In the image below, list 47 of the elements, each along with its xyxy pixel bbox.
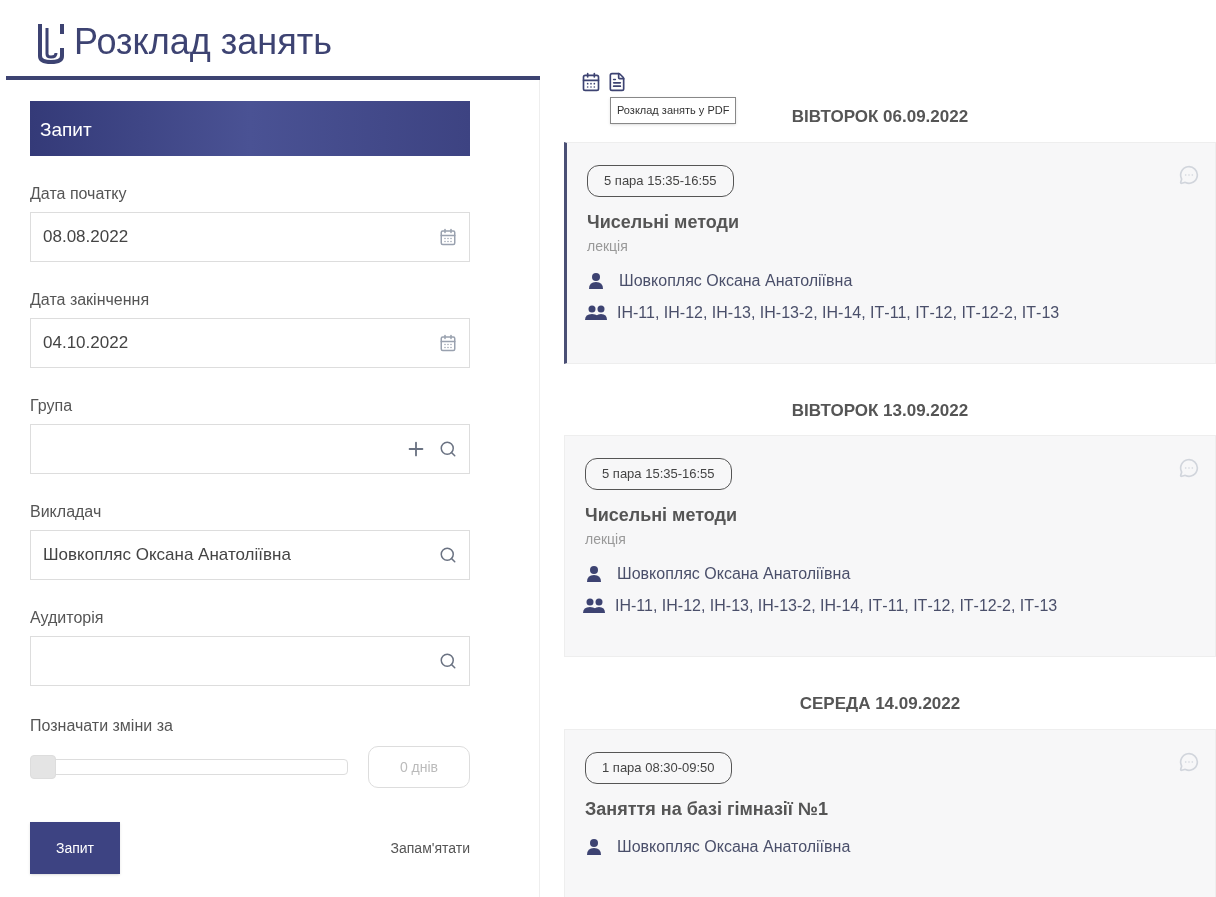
submit-button[interactable]: Запит bbox=[30, 822, 120, 874]
lesson-type: лекція bbox=[585, 530, 627, 549]
day-heading: СЕРЕДА 14.09.2022 bbox=[799, 693, 961, 715]
time-badge: 1 пара 08:30-09:50 bbox=[585, 751, 732, 784]
subject-title: Чисельні методи bbox=[585, 504, 739, 527]
group-list[interactable]: ІН-11, ІН-12, ІН-13, ІН-13-2, ІН-14, ІТ-11, ІТ-12, ІТ-12-2, ІТ-13 bbox=[617, 300, 1060, 325]
slider-thumb[interactable] bbox=[30, 755, 56, 779]
field-label: Дата закінчення bbox=[30, 290, 151, 310]
tooltip: Розклад занять у PDF bbox=[610, 97, 737, 124]
field-label: Дата початку bbox=[30, 184, 128, 204]
comment-icon[interactable] bbox=[1179, 164, 1199, 185]
input-field[interactable]: Шовкопляс Оксана Анатоліївна bbox=[30, 530, 470, 580]
teacher-icon bbox=[585, 565, 603, 583]
time-badge: 5 пара 15:35-16:55 bbox=[587, 164, 734, 197]
day-heading: ВІВТОРОК 13.09.2022 bbox=[791, 399, 969, 422]
group-icon bbox=[585, 304, 607, 321]
slider-track[interactable] bbox=[30, 755, 348, 779]
subject-title: Чисельні методи bbox=[587, 210, 741, 234]
comment-icon[interactable] bbox=[1179, 751, 1199, 772]
subject-title: Заняття на базі гімназії №1 bbox=[585, 797, 829, 821]
page-title: Розклад занять bbox=[74, 20, 332, 64]
group-list[interactable]: ІН-11, ІН-12, ІН-13, ІН-13-2, ІН-14, ІТ-11, ІТ-12, ІТ-12-2, ІТ-13 bbox=[615, 594, 1058, 618]
teacher-icon bbox=[585, 837, 603, 856]
input-field[interactable]: 04.10.2022 bbox=[30, 318, 470, 368]
field-label: Аудиторія bbox=[30, 608, 105, 628]
input-field[interactable] bbox=[30, 636, 470, 686]
panel-header: Запит bbox=[30, 101, 470, 156]
remember-link[interactable]: Запам'ятати bbox=[390, 837, 470, 859]
day-heading: ВІВТОРОК 06.09.2022 bbox=[791, 106, 969, 128]
comment-icon[interactable] bbox=[1179, 458, 1199, 478]
search-icon[interactable] bbox=[439, 652, 457, 670]
search-icon[interactable] bbox=[439, 546, 457, 564]
group-icon bbox=[583, 598, 605, 614]
field-label: Група bbox=[30, 396, 74, 416]
field-label: Позначати зміни за bbox=[30, 716, 174, 736]
calendar-icon[interactable] bbox=[581, 72, 601, 92]
field-label: Викладач bbox=[30, 502, 103, 522]
teacher-name[interactable]: Шовкопляс Оксана Анатоліївна bbox=[619, 268, 853, 293]
teacher-name[interactable]: Шовкопляс Оксана Анатоліївна bbox=[617, 834, 851, 859]
input-field[interactable] bbox=[30, 424, 470, 474]
teacher-name[interactable]: Шовкопляс Оксана Анатоліївна bbox=[617, 562, 851, 586]
time-badge: 5 пара 15:35-16:55 bbox=[585, 458, 732, 490]
search-icon[interactable] bbox=[439, 440, 457, 458]
input-field[interactable]: 08.08.2022 bbox=[30, 212, 470, 262]
teacher-icon bbox=[587, 271, 605, 290]
lesson-type: лекція bbox=[587, 236, 629, 256]
days-value: 0 днів bbox=[368, 746, 470, 788]
